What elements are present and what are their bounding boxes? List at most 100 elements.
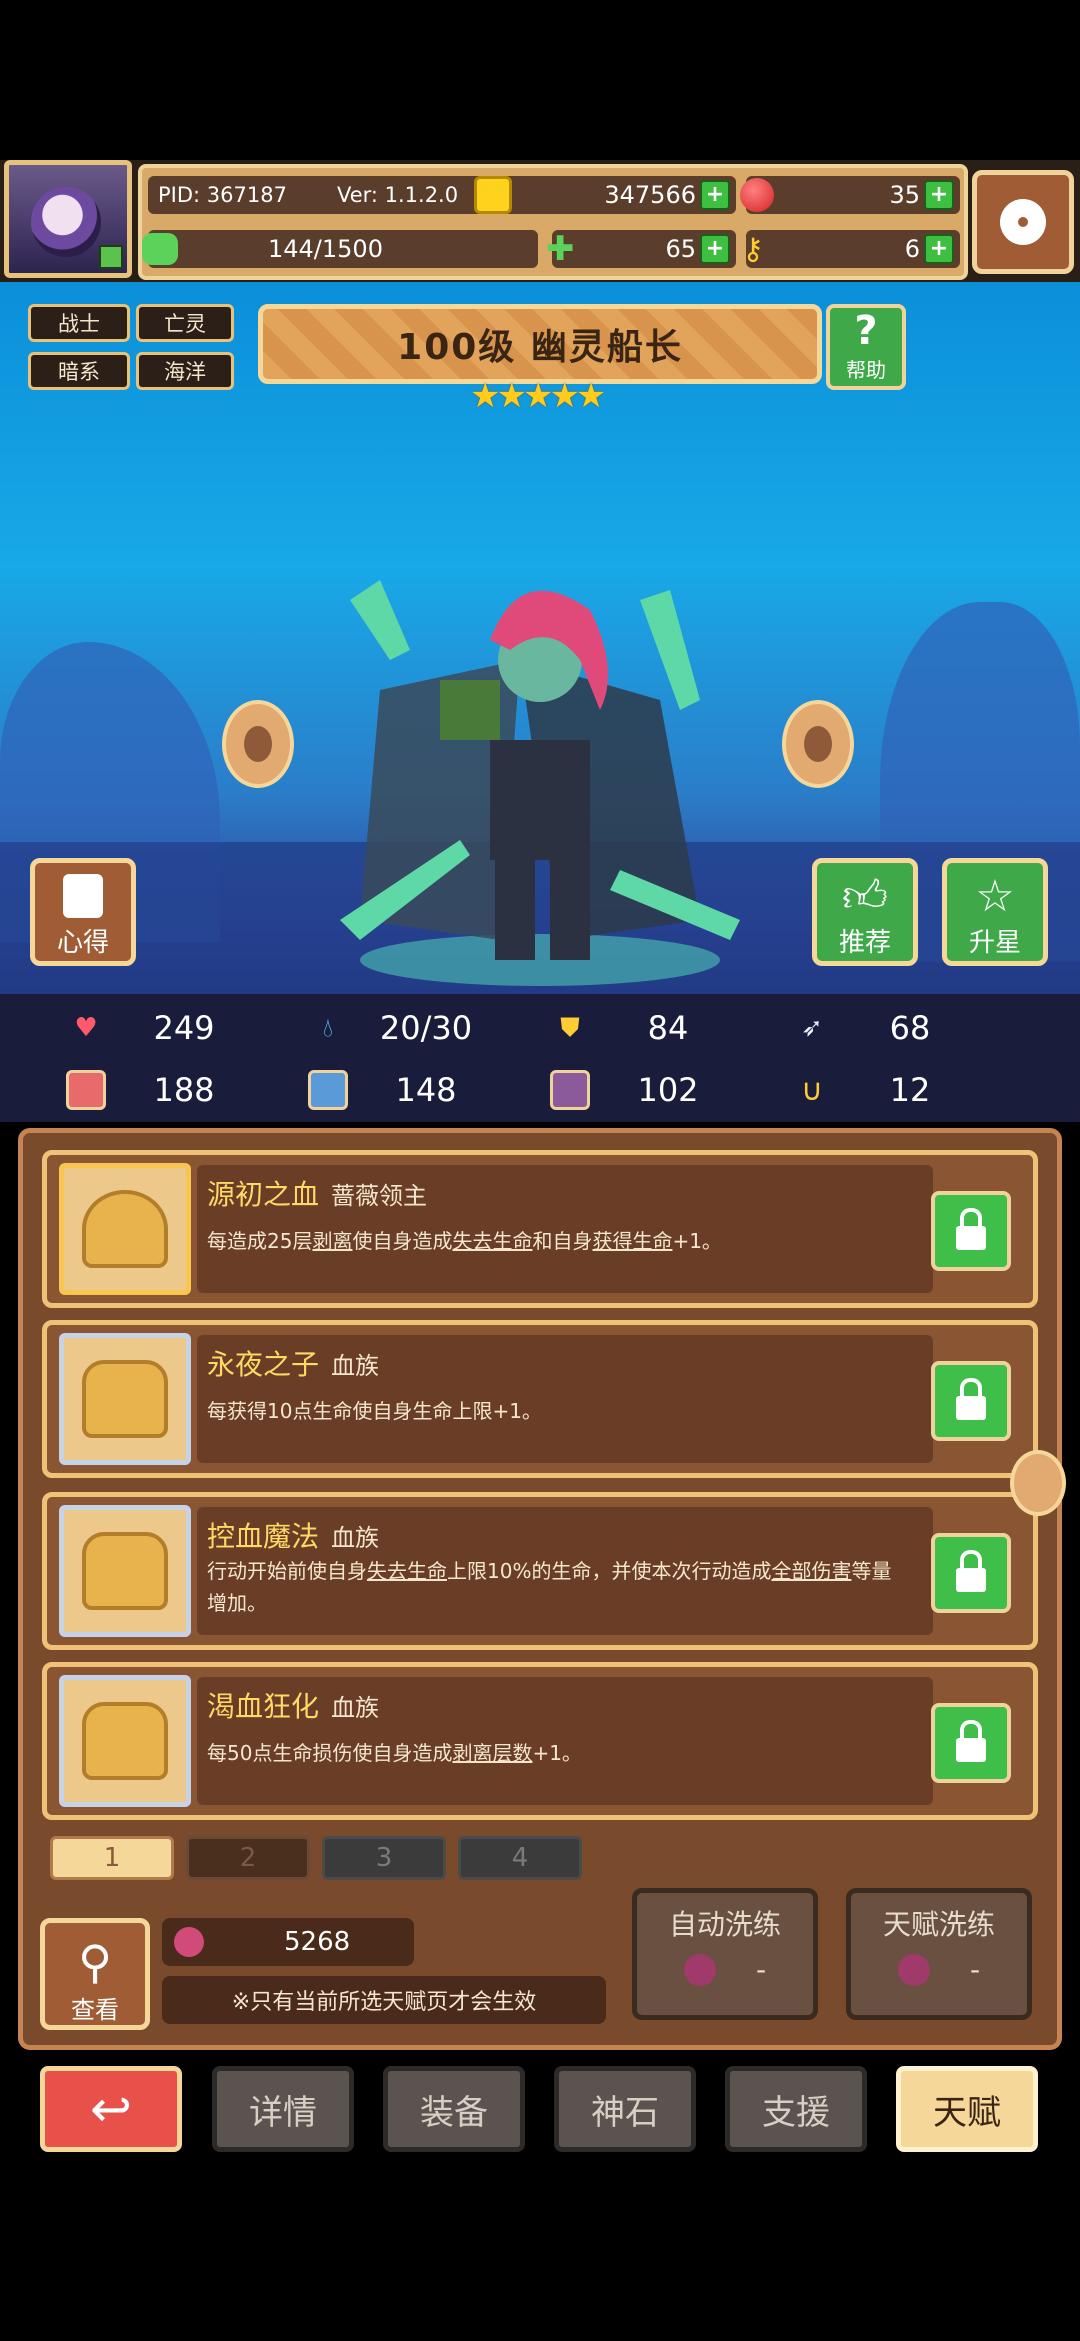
notes-button[interactable]: 心得: [30, 858, 136, 966]
lock-button[interactable]: [931, 1533, 1011, 1613]
star-badge-icon: [82, 1190, 168, 1268]
back-button[interactable]: ↩: [40, 2066, 182, 2152]
spellbook-icon: [308, 1070, 348, 1110]
lock-icon: [956, 1378, 986, 1420]
talent-icon: [59, 1505, 191, 1637]
page-tab-3[interactable]: 3: [322, 1836, 446, 1880]
game-version: Ver: 1.1.2.0: [336, 183, 459, 207]
nav-support[interactable]: 支援: [725, 2066, 867, 2152]
page-tab-4[interactable]: 4: [458, 1836, 582, 1880]
lock-button[interactable]: [931, 1191, 1011, 1271]
stats-panel: ♥ 249 💧︎ 20/30 ⛊ 84 ➶ 68 188 148 102 ∪ 1…: [0, 994, 1080, 1122]
stat-attack: 188: [42, 1064, 262, 1116]
talent-icon: [59, 1333, 191, 1465]
race-tag: 亡灵: [136, 304, 234, 342]
lock-icon: [956, 1208, 986, 1250]
talent-description: 每50点生命损伤使自身造成剥离层数+1。: [207, 1741, 582, 1765]
class-tag: 战士: [28, 304, 130, 342]
clover-icon: ✚: [546, 229, 575, 269]
player-info-panel: PID: 367187 Ver: 1.1.2.0 347566 + 35 + 1…: [138, 164, 968, 280]
talent-name: 源初之血: [207, 1178, 320, 1211]
heart-icon: ♥: [74, 1013, 98, 1043]
star-up-button[interactable]: ☆ 升星: [942, 858, 1048, 966]
player-id: PID: 367187: [158, 183, 287, 207]
gear-icon: [1000, 199, 1046, 245]
add-clover-button[interactable]: +: [700, 234, 730, 264]
auto-refine-button[interactable]: 自动洗练 -: [632, 1888, 818, 2020]
help-button[interactable]: ? 帮助: [826, 304, 906, 390]
red-gem-icon: [740, 178, 774, 212]
settings-button[interactable]: [972, 170, 1074, 274]
prev-hero-button[interactable]: [222, 700, 294, 788]
talent-card[interactable]: 永夜之子 血族 每获得10点生命使自身生命上限+1。: [42, 1320, 1038, 1478]
gem-counter: 35 +: [740, 176, 960, 214]
element-tag: 暗系: [28, 352, 130, 390]
magnifier-icon: ⚲: [78, 1935, 112, 1989]
wing-icon: ➶: [801, 1013, 823, 1043]
back-arrow-icon: ↩: [90, 2080, 132, 2138]
stairs-icon: [550, 1070, 590, 1110]
recommend-button[interactable]: 👍︎ 推荐: [812, 858, 918, 966]
lock-button[interactable]: [931, 1703, 1011, 1783]
talent-source: 蔷薇领主: [331, 1182, 428, 1210]
key-counter: ⚷ 6 +: [742, 230, 960, 268]
key-icon: ⚷: [742, 231, 764, 267]
talent-name: 永夜之子: [207, 1348, 320, 1381]
view-button[interactable]: ⚲ 查看: [40, 1918, 150, 2030]
add-gold-button[interactable]: +: [700, 180, 730, 210]
talent-refine-button[interactable]: 天赋洗练 -: [846, 1888, 1032, 2020]
talent-description: 每获得10点生命使自身生命上限+1。: [207, 1399, 542, 1423]
water-drop-icon: 💧︎: [322, 1012, 334, 1043]
stat-crit: ∪ 12: [768, 1064, 988, 1116]
page-tab-1[interactable]: 1: [50, 1836, 174, 1880]
talent-card[interactable]: 源初之血 蔷薇领主 每造成25层剥离使自身造成失去生命和自身获得生命+1。: [42, 1150, 1038, 1308]
expand-arrow-button[interactable]: [1010, 1450, 1066, 1516]
lock-button[interactable]: [931, 1361, 1011, 1441]
gold-counter: 347566 +: [474, 176, 736, 214]
nav-equipment[interactable]: 装备: [383, 2066, 525, 2152]
add-gem-button[interactable]: +: [924, 180, 954, 210]
faction-tag: 海洋: [136, 352, 234, 390]
hero-title: 100级 幽灵船长: [258, 304, 822, 384]
exp-icon: [142, 233, 178, 265]
stat-armor: ⛊ 84: [526, 1002, 746, 1054]
talent-source: 血族: [331, 1524, 380, 1552]
lock-icon: [956, 1720, 986, 1762]
clover-counter: ✚ 65 +: [546, 229, 736, 269]
add-key-button[interactable]: +: [924, 234, 954, 264]
stat-speed: ➶ 68: [768, 1002, 988, 1054]
star-rating: ★★★★★: [470, 376, 606, 416]
berry-icon: [174, 1927, 204, 1957]
talent-name: 控血魔法: [207, 1520, 320, 1553]
shield-icon: ⛊: [560, 1012, 580, 1043]
avatar-status-icon: [99, 245, 123, 269]
talent-name: 渴血狂化: [207, 1690, 320, 1723]
stat-mana: 💧︎ 20/30: [284, 1002, 504, 1054]
resource-counter: 5268: [162, 1918, 414, 1966]
avatar-face-icon: [31, 187, 101, 257]
exp-bar: 144/1500: [142, 230, 538, 268]
nav-talent[interactable]: 天赋: [896, 2066, 1038, 2152]
talent-source: 血族: [331, 1694, 380, 1722]
talent-description: 行动开始前使自身失去生命上限10%的生命，并使本次行动造成全部伤害等量增加。: [207, 1559, 892, 1615]
book-icon: [63, 874, 103, 918]
bread-icon: [82, 1532, 168, 1610]
talent-card[interactable]: 控血魔法 血族 行动开始前使自身失去生命上限10%的生命，并使本次行动造成全部伤害…: [42, 1492, 1038, 1650]
talent-source: 血族: [331, 1352, 380, 1380]
id-version-row: PID: 367187 Ver: 1.1.2.0: [148, 176, 492, 214]
horseshoe-icon: ∪: [801, 1072, 823, 1108]
talent-page-note: ※只有当前所选天赋页才会生效: [162, 1976, 606, 2024]
nav-details[interactable]: 详情: [212, 2066, 354, 2152]
lock-icon: [956, 1550, 986, 1592]
berry-icon: [897, 1953, 930, 1986]
page-tab-2[interactable]: 2: [186, 1836, 310, 1880]
player-avatar[interactable]: [4, 160, 132, 278]
gold-coin-icon: [474, 176, 512, 214]
next-hero-button[interactable]: [782, 700, 854, 788]
talent-card[interactable]: 渴血狂化 血族 每50点生命损伤使自身造成剥离层数+1。: [42, 1662, 1038, 1820]
fist-icon: [66, 1070, 106, 1110]
bread-icon: [82, 1702, 168, 1780]
talent-icon: [59, 1675, 191, 1807]
stat-defense: 102: [526, 1064, 746, 1116]
nav-god-stone[interactable]: 神石: [554, 2066, 696, 2152]
